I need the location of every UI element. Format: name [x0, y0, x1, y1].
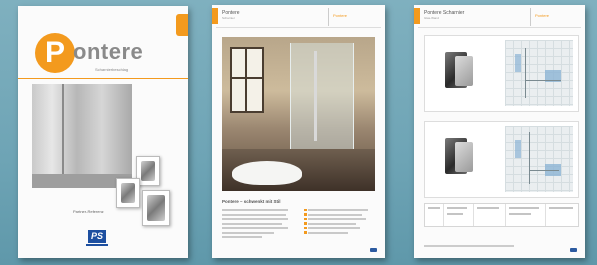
cover-subtitle: Scharnierbeschlag	[95, 67, 129, 72]
header-divider	[328, 8, 329, 26]
technical-drawing	[505, 126, 573, 192]
body-text-column-left	[222, 209, 290, 241]
brochure-photo-page[interactable]: Pontere Scharnier Pontere Pontere – schw…	[212, 5, 385, 258]
header-tab-marker	[414, 8, 420, 24]
cover-tab-marker	[176, 14, 188, 36]
partner-logo: PS	[88, 230, 106, 243]
header-rule	[418, 27, 581, 28]
page-header-right: Pontere	[333, 13, 348, 18]
glass-shower-panel	[290, 43, 354, 153]
body-bullet-list	[304, 208, 372, 236]
bathtub-graphic	[232, 161, 302, 185]
page-header-subtitle: Glas-Wand	[424, 16, 439, 20]
header-divider	[530, 8, 531, 26]
brand-logo-circle: P	[35, 33, 75, 73]
hinge-product-image	[439, 48, 479, 98]
product-block-2	[424, 121, 579, 198]
shower-rail	[314, 51, 317, 141]
hinge-thumbnail-2	[116, 178, 140, 208]
header-rule	[216, 27, 381, 28]
cover-shower-photo	[32, 84, 132, 188]
cover-caption: Partner-Referenz	[73, 209, 104, 214]
window-graphic	[230, 47, 264, 113]
technical-drawing	[505, 40, 573, 106]
header-tab-marker	[212, 8, 218, 24]
page-header-right: Pontere	[535, 13, 550, 18]
spec-table	[424, 203, 579, 227]
brand-logo-text: ontere	[73, 39, 144, 64]
page-number-marker	[570, 248, 577, 252]
bathroom-photo	[222, 37, 375, 191]
partner-logo-underline	[86, 244, 108, 246]
body-heading: Pontere – schwenkt mit Stil	[222, 199, 281, 204]
cover-divider-line	[18, 78, 188, 79]
product-block-1	[424, 35, 579, 112]
hinge-product-image	[439, 134, 479, 184]
page-header-subtitle: Scharnier	[222, 16, 235, 20]
brochure-technical-page[interactable]: Pontere Scharnier Glas-Wand Pontere	[414, 5, 585, 258]
footer-text	[424, 245, 514, 247]
brochure-cover-page[interactable]: P ontere Scharnierbeschlag Partner-Refer…	[18, 6, 188, 258]
hinge-thumbnail-3	[142, 190, 170, 226]
page-number-marker	[370, 248, 377, 252]
